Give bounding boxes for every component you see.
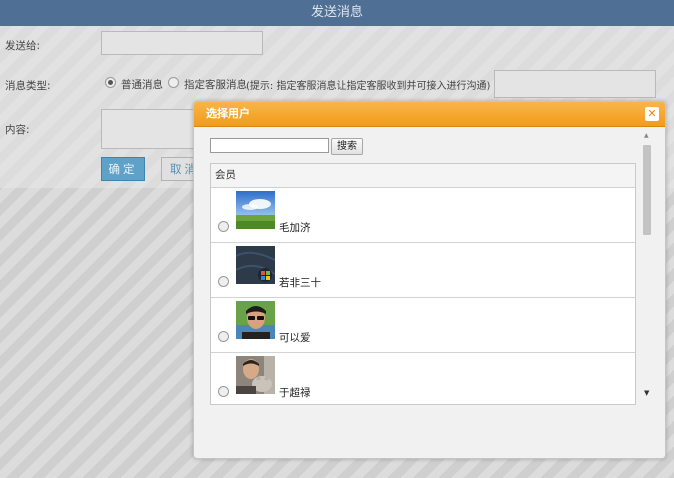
scrollbar-thumb[interactable] [643, 145, 651, 235]
list-item[interactable]: 若非三十 [211, 243, 635, 298]
normal-message-radio[interactable] [105, 77, 116, 88]
user-list: 会员 毛加济 若非三十 可以爱 于超禄 [210, 163, 636, 405]
service-message-radio[interactable] [168, 77, 179, 88]
message-type-label: 消息类型: [5, 80, 51, 92]
dialog-header: 选择用户 ✕ [194, 102, 665, 127]
person-with-cat-avatar [236, 356, 275, 394]
search-input[interactable] [210, 138, 329, 153]
dialog-title: 选择用户 [206, 107, 250, 120]
user-radio[interactable] [218, 276, 229, 287]
windows-logo-avatar [236, 246, 275, 284]
service-message-label: 指定客服消息 [184, 79, 247, 91]
list-item[interactable]: 毛加济 [211, 188, 635, 243]
user-name: 于超禄 [279, 387, 311, 399]
user-radio[interactable] [218, 221, 229, 232]
scroll-up-icon[interactable]: ▲ [644, 132, 649, 139]
user-name: 毛加济 [279, 222, 311, 234]
confirm-button[interactable]: 确定 [101, 157, 145, 181]
sunglasses-person-avatar [236, 301, 275, 339]
page-title: 发送消息 [310, 5, 363, 20]
list-scrollbar[interactable]: ▲ ▼ [641, 132, 653, 398]
list-item[interactable]: 于超禄 [211, 353, 635, 404]
message-type-hint: (提示: 指定客服消息让指定客服收到并可接入进行沟通) [246, 81, 491, 92]
normal-message-label: 普通消息 [121, 79, 163, 91]
select-user-dialog: 选择用户 ✕ 搜索 会员 毛加济 若非三十 可以爱 于超禄 ▲ ▼ [193, 101, 666, 459]
scroll-down-icon[interactable]: ▼ [644, 389, 649, 397]
user-name: 可以爱 [279, 332, 311, 344]
landscape-avatar [236, 191, 275, 229]
list-header: 会员 [211, 164, 635, 188]
content-label: 内容: [5, 124, 30, 136]
close-icon[interactable]: ✕ [645, 107, 659, 121]
user-radio[interactable] [218, 331, 229, 342]
user-name: 若非三十 [279, 277, 321, 289]
search-button[interactable]: 搜索 [331, 138, 363, 155]
list-item[interactable]: 可以爱 [211, 298, 635, 353]
recipient-label: 发送给: [5, 40, 41, 52]
service-agent-input[interactable] [494, 70, 656, 98]
user-radio[interactable] [218, 386, 229, 397]
content-textarea[interactable] [101, 109, 197, 149]
recipient-input[interactable] [101, 31, 263, 55]
page-title-bar: 发送消息 [0, 0, 674, 26]
